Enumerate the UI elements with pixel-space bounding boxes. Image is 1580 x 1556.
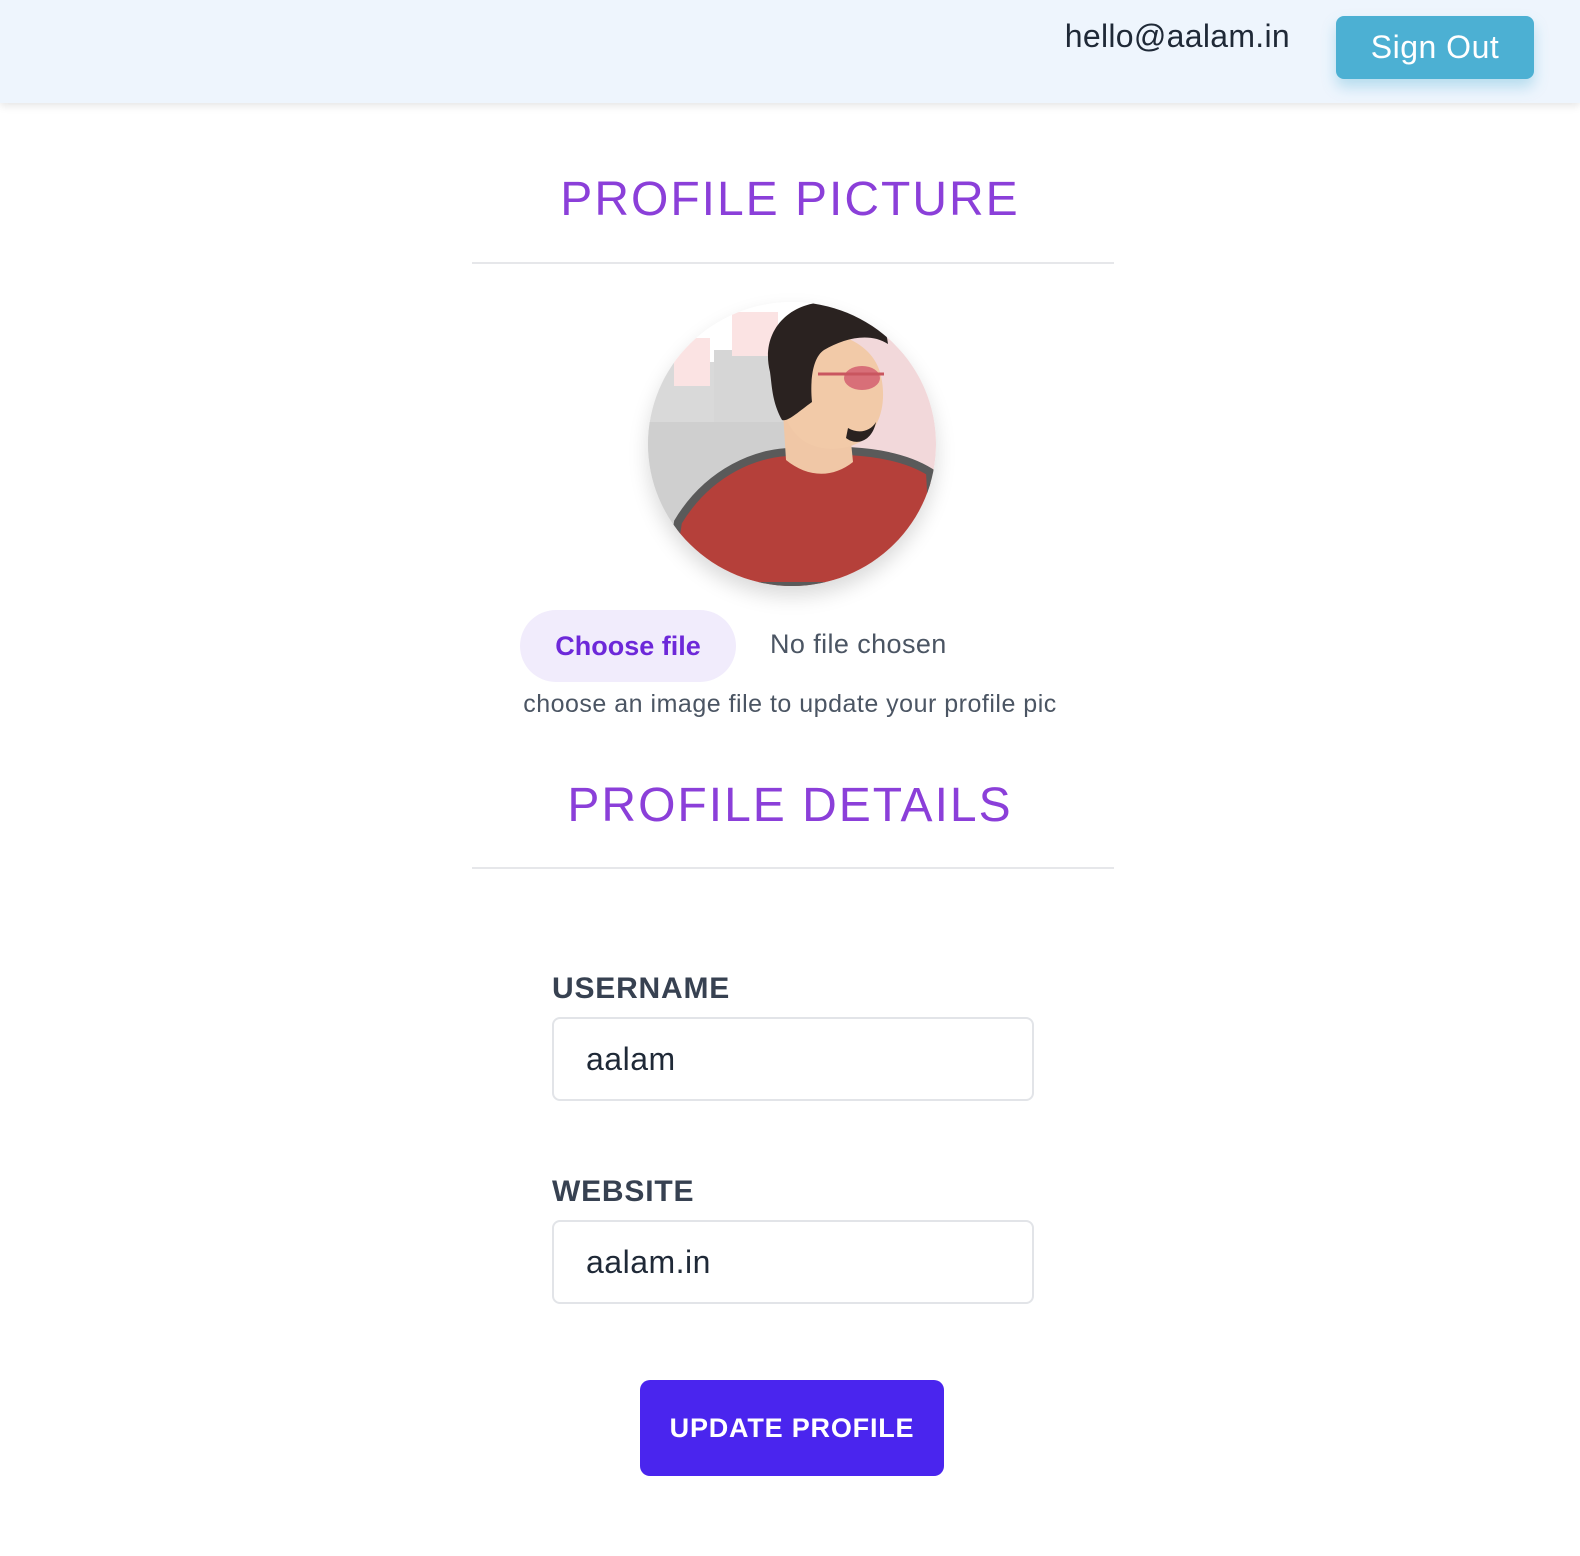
sign-out-button[interactable]: Sign Out bbox=[1336, 16, 1534, 79]
choose-file-button[interactable]: Choose file bbox=[520, 610, 736, 682]
profile-picture-divider bbox=[472, 262, 1114, 264]
profile-details-divider bbox=[472, 867, 1114, 869]
profile-pic-helper-text: choose an image file to update your prof… bbox=[523, 690, 1057, 718]
website-label: WEBSITE bbox=[552, 1175, 695, 1208]
top-bar: hello@aalam.in Sign Out bbox=[0, 0, 1580, 103]
website-input[interactable] bbox=[552, 1220, 1034, 1304]
profile-picture-heading: PROFILE PICTURE bbox=[560, 173, 1020, 226]
update-profile-button[interactable]: UPDATE PROFILE bbox=[640, 1380, 944, 1476]
profile-details-heading: PROFILE DETAILS bbox=[567, 779, 1013, 832]
avatar-illustration bbox=[648, 302, 936, 586]
username-input[interactable] bbox=[552, 1017, 1034, 1101]
username-label: USERNAME bbox=[552, 972, 731, 1005]
user-email: hello@aalam.in bbox=[1064, 18, 1290, 54]
avatar bbox=[648, 302, 936, 586]
file-picker: Choose file No file chosen bbox=[520, 610, 1080, 682]
file-status: No file chosen bbox=[770, 629, 947, 659]
